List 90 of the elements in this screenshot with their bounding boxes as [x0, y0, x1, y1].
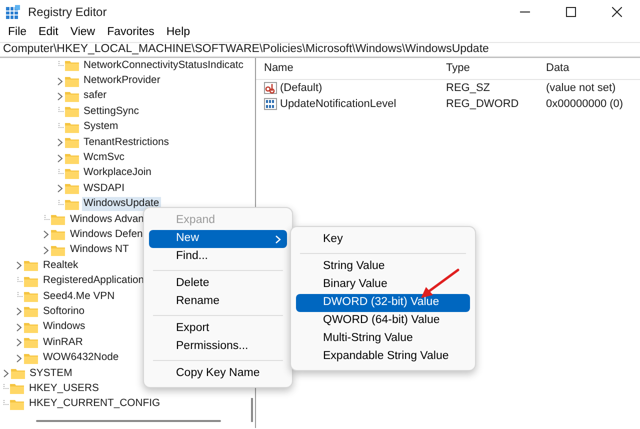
folder-icon: [64, 152, 78, 164]
menu-item[interactable]: Find...: [149, 248, 287, 266]
folder-icon: [64, 122, 78, 133]
table-cell-text: (value not set): [546, 80, 617, 96]
menu-item[interactable]: Binary Value: [296, 276, 470, 294]
folder-icon: [24, 276, 38, 287]
binary-value-icon: [264, 98, 277, 110]
menu-item[interactable]: Edit: [32, 24, 64, 42]
menu-item[interactable]: DWORD (32-bit) Value: [296, 294, 470, 312]
menu-item[interactable]: File: [2, 24, 33, 42]
chevron-icon[interactable]: [41, 230, 50, 240]
menu-item[interactable]: View: [64, 24, 102, 42]
table-cell-text: 0x00000000 (0): [546, 96, 624, 112]
chevron-icon[interactable]: [14, 322, 23, 332]
tree-item[interactable]: Windows Defen: [68, 228, 145, 242]
folder-icon: [10, 398, 24, 410]
column-header[interactable]: Type: [446, 60, 546, 77]
chevron-icon[interactable]: [14, 261, 23, 270]
scrollbar[interactable]: [36, 420, 221, 422]
menu-item[interactable]: String Value: [296, 258, 470, 276]
tree-item[interactable]: Windows: [41, 320, 88, 334]
maximize-icon: [566, 7, 576, 17]
tree-item[interactable]: RegisteredApplication: [41, 274, 146, 288]
registry-editor-icon: [6, 5, 20, 19]
menu-item[interactable]: Multi-String Value: [296, 330, 470, 348]
table-cell[interactable]: (Default): [280, 80, 322, 96]
menu-item[interactable]: Permissions...: [149, 338, 287, 356]
menu-item[interactable]: Export: [149, 320, 287, 338]
tree-item[interactable]: SettingSync: [82, 104, 141, 119]
folder-icon: [64, 137, 78, 148]
tree-item[interactable]: System: [82, 120, 120, 134]
tree-item[interactable]: Softorino: [41, 304, 87, 319]
folder-icon: [24, 291, 38, 302]
menu-item[interactable]: Expandable String Value: [296, 348, 470, 366]
folder-icon: [51, 214, 65, 226]
folder-icon: [64, 183, 78, 194]
tree-item[interactable]: NetworkProvider: [82, 74, 162, 88]
table-cell-text: REG_SZ: [446, 80, 492, 96]
chevron-icon[interactable]: [14, 354, 23, 363]
column-header[interactable]: Data: [546, 60, 640, 77]
window-title: Registry Editor: [28, 4, 107, 21]
tree-item[interactable]: WorkplaceJoin: [82, 166, 154, 180]
folder-icon: [51, 229, 65, 240]
tree-item[interactable]: Windows NT: [68, 243, 131, 258]
table-cell-text: REG_DWORD: [446, 96, 520, 112]
folder-icon: [24, 337, 38, 348]
tree-item[interactable]: safer: [82, 89, 109, 104]
folder-icon: [24, 260, 38, 272]
tree-item[interactable]: HKEY_USERS: [27, 382, 101, 396]
folder-icon: [64, 90, 78, 102]
menu-item[interactable]: Favorites: [101, 24, 160, 42]
tree-item[interactable]: WOW6432Node: [41, 351, 121, 366]
menu-item[interactable]: Copy Key Name: [149, 365, 287, 383]
folder-icon: [64, 168, 78, 179]
table-cell[interactable]: UpdateNotificationLevel: [280, 96, 396, 112]
address-bar[interactable]: Computer\HKEY_LOCAL_MACHINE\SOFTWARE\Policies\Microsoft\Windows\WindowsUpdate: [3, 40, 489, 58]
tree-item[interactable]: WSDAPI: [82, 182, 126, 196]
tree-item[interactable]: WindowsUpdate: [82, 197, 162, 212]
tree-item[interactable]: Windows Advan: [68, 212, 146, 227]
folder-icon: [64, 106, 78, 118]
close-icon: [612, 7, 622, 17]
tree-item[interactable]: WinRAR: [41, 336, 85, 350]
menu-item[interactable]: Key: [296, 231, 470, 249]
chevron-icon[interactable]: [14, 307, 23, 316]
folder-icon: [51, 244, 65, 256]
menu-item[interactable]: New: [149, 230, 287, 248]
tree-item[interactable]: TenantRestrictions: [82, 136, 171, 150]
folder-icon: [64, 198, 78, 210]
folder-icon: [24, 322, 38, 333]
tree-item[interactable]: Realtek: [41, 258, 80, 273]
folder-icon: [24, 306, 38, 318]
tree-item[interactable]: Seed4.Me VPN: [41, 290, 117, 304]
tree-item[interactable]: SYSTEM: [28, 366, 74, 380]
folder-icon: [64, 76, 78, 87]
menu-item[interactable]: Help: [160, 24, 196, 42]
tree-item[interactable]: WcmSvc: [82, 151, 126, 166]
menu-item[interactable]: QWORD (64-bit) Value: [296, 312, 470, 330]
string-value-icon: [264, 82, 277, 94]
column-header[interactable]: Name: [256, 60, 446, 77]
chevron-icon[interactable]: [41, 246, 50, 255]
tree-item[interactable]: NetworkConnectivityStatusIndicatc: [82, 58, 246, 73]
folder-icon: [10, 368, 24, 379]
menu-item[interactable]: Rename: [149, 293, 287, 311]
folder-icon: [24, 352, 38, 364]
tree-item[interactable]: HKEY_CURRENT_CONFIG: [27, 397, 162, 412]
folder-icon: [64, 60, 78, 72]
chevron-icon[interactable]: [14, 338, 23, 348]
folder-icon: [10, 383, 24, 394]
scrollbar[interactable]: [251, 398, 253, 422]
menu-item[interactable]: Delete: [149, 275, 287, 293]
